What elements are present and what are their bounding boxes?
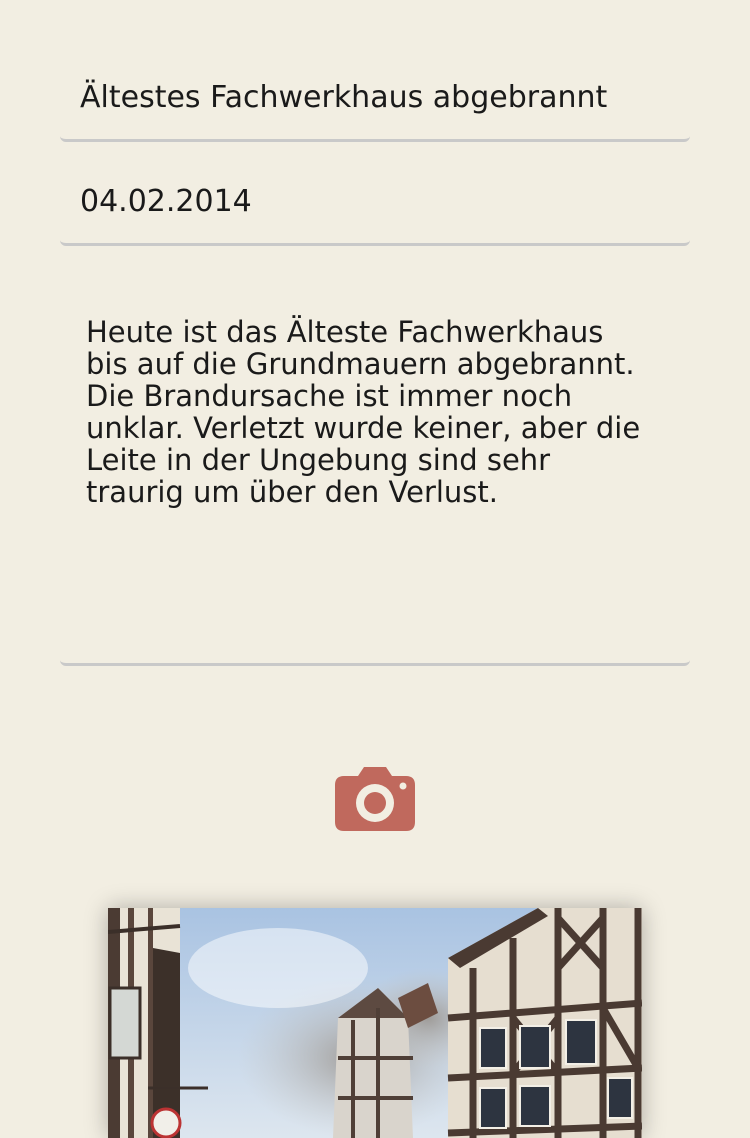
body-textarea[interactable]: Heute ist das Älteste Fachwerkhaus bis a… [60, 246, 690, 666]
photo-image [108, 908, 642, 1138]
title-field[interactable]: Ältestes Fachwerkhaus abgebrannt [60, 0, 690, 142]
camera-button[interactable] [334, 766, 416, 832]
date-text: 04.02.2014 [80, 184, 252, 219]
camera-icon [335, 767, 415, 831]
body-text: Heute ist das Älteste Fachwerkhaus bis a… [86, 315, 641, 509]
attached-photo[interactable] [108, 908, 642, 1138]
title-text: Ältestes Fachwerkhaus abgebrannt [80, 80, 608, 115]
date-field[interactable]: 04.02.2014 [60, 142, 690, 246]
